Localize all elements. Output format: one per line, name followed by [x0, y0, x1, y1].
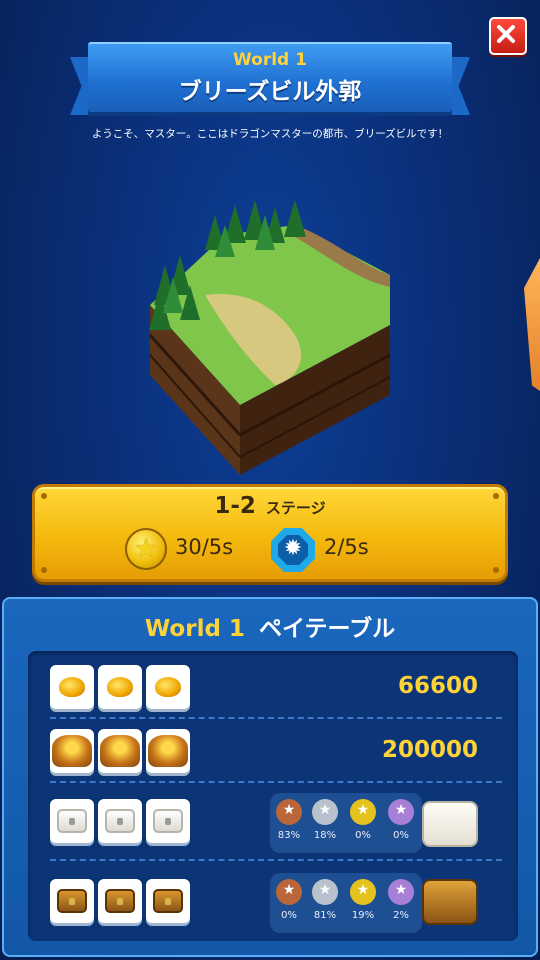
paytable-label: ペイテーブル	[258, 616, 396, 642]
welcome-text: ようこそ、マスター。ここはドラゴンマスターの都市、ブリーズビルです！	[91, 128, 449, 140]
star-progress: 30/5s	[175, 535, 234, 559]
white-chest-symbol	[146, 799, 190, 843]
paytable-title: World 1 ペイテーブル	[4, 609, 536, 643]
paytable-list: 66600 200000 ★ ★ ★ ★ 83% 18% 0% 0% ★ ★ ★…	[28, 651, 518, 941]
gold-coins-symbol	[50, 665, 94, 709]
wooden-chest-symbol	[50, 879, 94, 923]
gold-medal-icon: ★	[350, 879, 376, 905]
odds-percent: 0%	[393, 830, 409, 841]
white-chest-symbol	[98, 799, 142, 843]
gold-medal-icon: ★	[350, 799, 376, 825]
divider	[50, 717, 502, 719]
payout-value: 66600	[397, 673, 478, 699]
payout-value: 200000	[381, 737, 478, 763]
rainbow-medal-icon: ★	[388, 879, 414, 905]
rivet	[41, 567, 47, 573]
stage-banner[interactable]: 1-2 ステージ ★ 30/5s ✹ 2/5s	[32, 484, 508, 582]
paytable-world: World 1	[144, 616, 245, 642]
wooden-chest-reward-icon	[422, 879, 478, 925]
wooden-chest-symbol	[146, 879, 190, 923]
gem-progress: 2/5s	[324, 535, 369, 559]
silver-medal-icon: ★	[312, 799, 338, 825]
white-chest-reward-icon	[422, 801, 478, 847]
gold-coins-symbol	[98, 665, 142, 709]
close-button[interactable]	[489, 17, 527, 55]
wooden-chest-symbol	[98, 879, 142, 923]
odds-percent: 83%	[277, 830, 301, 841]
stage-label: ステージ	[265, 499, 326, 517]
odds-percent: 0%	[281, 910, 297, 921]
island-map[interactable]	[145, 195, 395, 480]
title-ribbon: World 1 ブリーズビル外郭	[88, 42, 452, 112]
divider	[50, 859, 502, 861]
treasure-chest-symbol	[146, 729, 190, 773]
odds-percent: 2%	[393, 910, 409, 921]
medal-odds: ★ ★ ★ ★ 0% 81% 19% 2%	[270, 873, 422, 933]
odds-percent: 0%	[355, 830, 371, 841]
stage-title: 1-2 ステージ	[35, 493, 505, 519]
close-icon	[497, 25, 515, 43]
rainbow-medal-icon: ★	[388, 799, 414, 825]
divider	[50, 781, 502, 783]
treasure-chest-symbol	[98, 729, 142, 773]
odds-percent: 18%	[313, 830, 337, 841]
paytable-panel: World 1 ペイテーブル 66600 200000 ★ ★ ★ ★ 83% 1…	[2, 597, 538, 957]
silver-medal-icon: ★	[312, 879, 338, 905]
odds-percent: 81%	[313, 910, 337, 921]
world-label: World 1	[233, 50, 307, 70]
rivet	[493, 567, 499, 573]
bronze-medal-icon: ★	[276, 879, 302, 905]
world-title: ブリーズビル外郭	[178, 79, 362, 105]
treasure-chest-symbol	[50, 729, 94, 773]
gem-coin-icon: ✹	[271, 528, 315, 572]
stage-number: 1-2	[214, 493, 256, 519]
star-coin-icon: ★	[125, 528, 167, 570]
bronze-medal-icon: ★	[276, 799, 302, 825]
white-chest-symbol	[50, 799, 94, 843]
gold-coins-symbol	[146, 665, 190, 709]
medal-odds: ★ ★ ★ ★ 83% 18% 0% 0%	[270, 793, 422, 853]
next-world-island[interactable]	[524, 258, 540, 408]
odds-percent: 19%	[351, 910, 375, 921]
